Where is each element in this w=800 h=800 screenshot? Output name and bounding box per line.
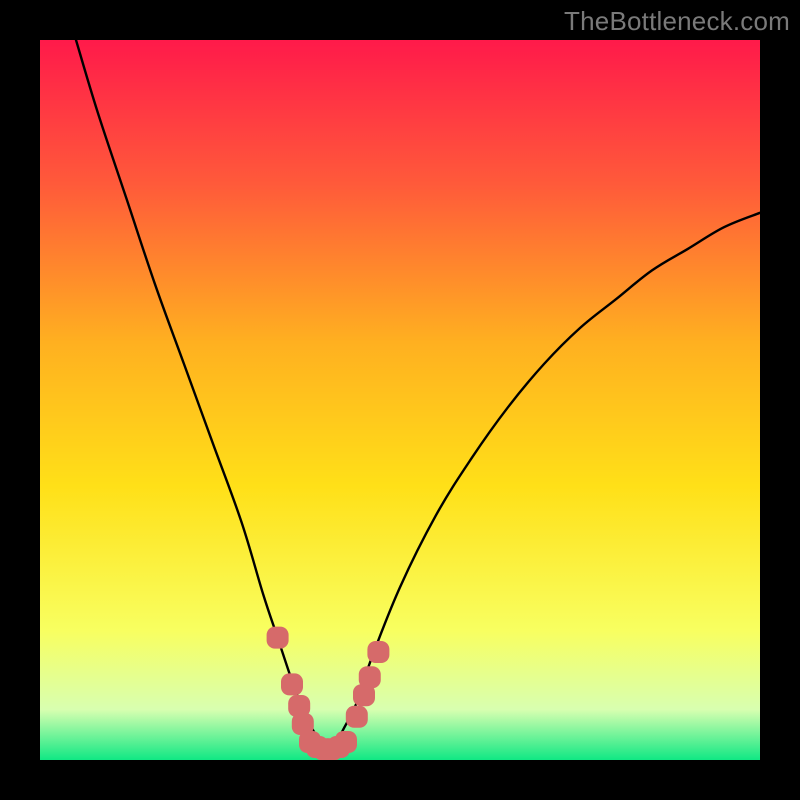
gradient-background bbox=[40, 40, 760, 760]
watermark-text: TheBottleneck.com bbox=[564, 6, 790, 37]
curve-marker bbox=[281, 673, 303, 695]
outer-frame: TheBottleneck.com bbox=[0, 0, 800, 800]
curve-marker bbox=[346, 706, 368, 728]
curve-marker bbox=[335, 731, 357, 753]
chart-svg bbox=[40, 40, 760, 760]
curve-marker bbox=[267, 627, 289, 649]
curve-marker bbox=[359, 666, 381, 688]
plot-area bbox=[40, 40, 760, 760]
curve-marker bbox=[367, 641, 389, 663]
